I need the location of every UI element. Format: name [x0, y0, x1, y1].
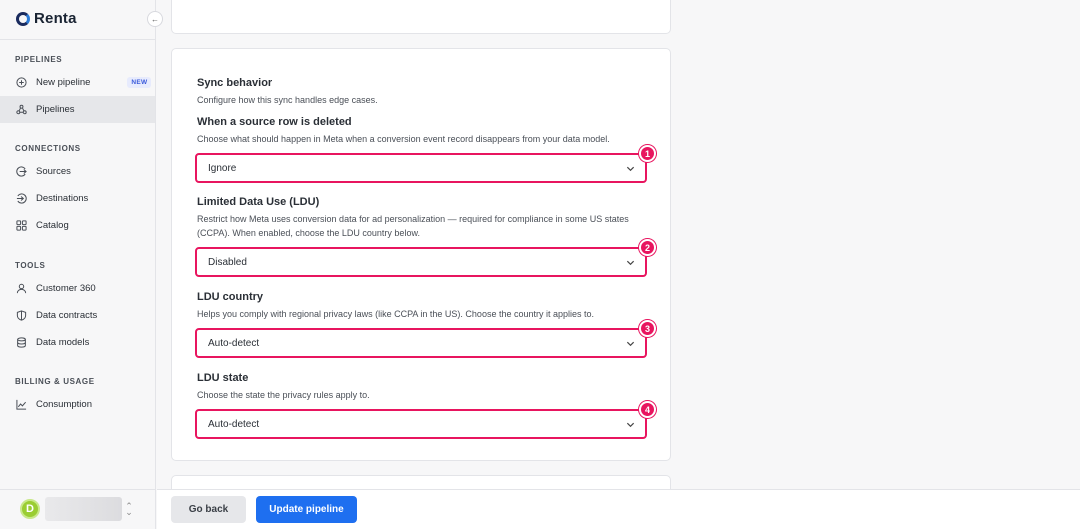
brand-name: Renta: [34, 10, 77, 27]
sidebar-item-label: Destinations: [36, 193, 89, 204]
chevron-down-icon: [626, 422, 635, 428]
chevron-down-icon: [626, 341, 635, 347]
select-value: Disabled: [208, 256, 247, 268]
step-badge: 2: [639, 239, 656, 256]
brand-logo[interactable]: Renta: [16, 10, 77, 27]
field-help-ldu: Restrict how Meta uses conversion data f…: [197, 214, 629, 238]
main-content: Sync behavior Configure how this sync ha…: [157, 0, 1080, 529]
field-label-row-deleted: When a source row is deleted: [197, 116, 352, 128]
section-title-pipelines: PIPELINES: [15, 55, 63, 64]
select-value: Ignore: [208, 162, 237, 174]
sidebar-item-data-contracts[interactable]: Data contracts: [0, 302, 155, 329]
sidebar-item-data-models[interactable]: Data models: [0, 329, 155, 356]
new-badge: NEW: [127, 77, 152, 88]
section-description: Configure how this sync handles edge cas…: [197, 95, 378, 105]
chevron-down-icon: [626, 166, 635, 172]
previous-section-card: [171, 0, 671, 34]
row-deleted-select[interactable]: Ignore: [195, 153, 647, 183]
field-help-ldu-country: Helps you comply with regional privacy l…: [197, 309, 595, 319]
chevron-down-icon: [626, 260, 635, 266]
sidebar-item-label: Pipelines: [36, 104, 75, 115]
sidebar-item-pipelines[interactable]: Pipelines: [0, 96, 155, 123]
section-title-billing: BILLING & USAGE: [15, 377, 95, 386]
sidebar-item-label: Sources: [36, 166, 71, 177]
sidebar-item-label: Customer 360: [36, 283, 96, 294]
collapse-sidebar-icon[interactable]: ←: [147, 11, 163, 27]
field-help-row-deleted: Choose what should happen in Meta when a…: [197, 134, 610, 144]
sidebar-item-consumption[interactable]: Consumption: [0, 391, 155, 418]
ldu-country-select[interactable]: Auto-detect: [195, 328, 647, 358]
section-title-tools: TOOLS: [15, 261, 46, 270]
sidebar-divider: [0, 39, 156, 40]
avatar[interactable]: D: [20, 499, 40, 519]
shield-icon: [16, 310, 27, 321]
step-badge: 1: [639, 145, 656, 162]
chart-icon: [16, 399, 27, 410]
step-badge: 4: [639, 401, 656, 418]
update-pipeline-button[interactable]: Update pipeline: [256, 496, 357, 523]
select-value: Auto-detect: [208, 337, 260, 349]
field-label-ldu-country: LDU country: [197, 291, 263, 303]
destination-icon: [16, 193, 27, 204]
sidebar-item-label: Data models: [36, 337, 90, 348]
sidebar-item-catalog[interactable]: Catalog: [0, 212, 155, 239]
step-badge: 3: [639, 320, 656, 337]
sidebar-item-label: Data contracts: [36, 310, 98, 321]
select-value: Auto-detect: [208, 418, 260, 430]
sidebar-item-label: Catalog: [36, 220, 69, 231]
field-label-ldu-state: LDU state: [197, 372, 249, 384]
chevron-up-down-icon[interactable]: ⌃ ⌄: [125, 502, 133, 517]
section-title-connections: CONNECTIONS: [15, 144, 81, 153]
section-title: Sync behavior: [197, 77, 273, 89]
sidebar: Renta PIPELINES New pipeline NEW Pipelin…: [0, 0, 156, 529]
source-icon: [16, 166, 27, 177]
ldu-select[interactable]: Disabled: [195, 247, 647, 277]
database-icon: [16, 337, 27, 348]
sidebar-item-sources[interactable]: Sources: [0, 158, 155, 185]
sidebar-item-customer-360[interactable]: Customer 360: [0, 275, 155, 302]
plus-circle-icon: [16, 77, 27, 88]
field-help-ldu-state: Choose the state the privacy rules apply…: [197, 390, 370, 400]
go-back-button[interactable]: Go back: [171, 496, 246, 523]
sidebar-item-label: Consumption: [36, 399, 92, 410]
sidebar-item-label: New pipeline: [36, 77, 91, 88]
field-label-ldu: Limited Data Use (LDU): [197, 196, 320, 208]
account-switcher[interactable]: [45, 497, 122, 521]
renta-logo-icon: [16, 11, 30, 26]
sidebar-item-destinations[interactable]: Destinations: [0, 185, 155, 212]
catalog-icon: [16, 220, 27, 231]
user-icon: [16, 283, 27, 294]
pipelines-icon: [16, 104, 27, 115]
sidebar-item-new-pipeline[interactable]: New pipeline NEW: [0, 69, 155, 96]
ldu-state-select[interactable]: Auto-detect: [195, 409, 647, 439]
